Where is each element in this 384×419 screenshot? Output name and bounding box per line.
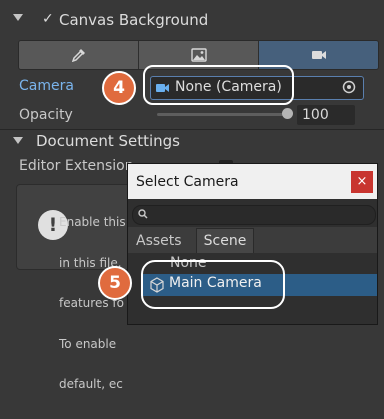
section-title: Canvas Background bbox=[59, 11, 209, 29]
opacity-slider-thumb[interactable] bbox=[282, 108, 293, 119]
camera-label: Camera bbox=[19, 78, 74, 94]
eyedropper-button[interactable] bbox=[19, 41, 139, 69]
step-5-badge: 5 bbox=[98, 266, 132, 300]
help-text-line: Enable this bbox=[59, 215, 126, 229]
opacity-label: Opacity bbox=[19, 107, 73, 123]
close-button[interactable]: × bbox=[351, 171, 373, 193]
tab-scene[interactable]: Scene bbox=[196, 228, 254, 253]
document-settings-title: Document Settings bbox=[36, 132, 181, 150]
foldout-arrow-icon[interactable] bbox=[13, 14, 23, 21]
eyedropper-icon bbox=[71, 49, 85, 62]
foldout-arrow-icon[interactable] bbox=[13, 137, 23, 144]
enabled-checkbox[interactable]: ✓ bbox=[42, 12, 54, 26]
step-4-highlight bbox=[143, 65, 294, 105]
help-text-line: To enable bbox=[59, 336, 117, 351]
step-5-highlight bbox=[141, 260, 285, 309]
opacity-value-field[interactable]: 100 bbox=[297, 105, 355, 125]
canvas-background-header[interactable]: ✓ Canvas Background bbox=[0, 5, 384, 35]
search-icon bbox=[138, 209, 148, 219]
object-picker-icon[interactable] bbox=[342, 80, 356, 94]
popup-title: Select Camera bbox=[136, 174, 239, 190]
help-text-line: default, ec bbox=[59, 377, 123, 391]
editor-extension-label: Editor Extension bbox=[19, 158, 134, 174]
image-icon bbox=[190, 48, 207, 62]
step-4-badge: 4 bbox=[102, 71, 136, 105]
tab-assets[interactable]: Assets bbox=[132, 230, 186, 253]
video-camera-icon bbox=[311, 51, 326, 59]
opacity-slider-track[interactable] bbox=[157, 113, 289, 116]
search-input[interactable] bbox=[132, 205, 376, 225]
popup-titlebar[interactable]: Select Camera × bbox=[128, 164, 377, 199]
help-text: Enable this in this file. features fo To… bbox=[59, 189, 126, 419]
section-divider bbox=[0, 129, 384, 130]
